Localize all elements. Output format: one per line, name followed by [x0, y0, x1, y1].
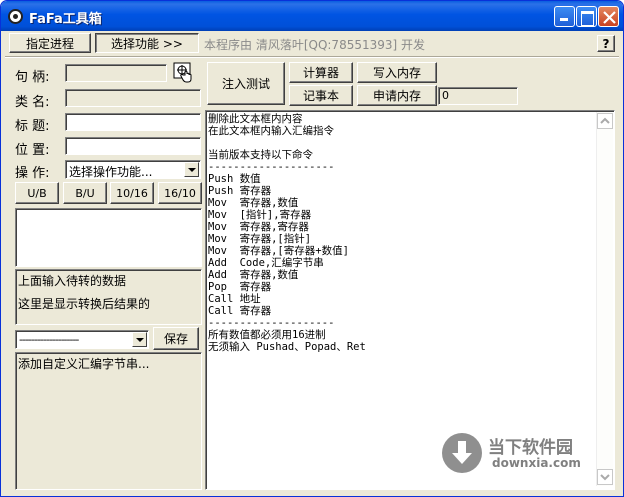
title-field[interactable]	[65, 113, 201, 131]
convert-result: 这里是显示转换后结果的	[18, 297, 151, 311]
chevron-down-icon[interactable]	[184, 162, 199, 177]
classname-field[interactable]	[65, 89, 201, 107]
help-button[interactable]: ?	[597, 35, 615, 52]
app-icon	[8, 9, 23, 24]
calculator-button[interactable]: 计算器	[289, 62, 353, 83]
editor-line: 当前版本支持以下命令	[208, 149, 313, 161]
convert-10-16-button[interactable]: 10/16	[110, 182, 154, 204]
select-function-button[interactable]: 选择功能 >>	[95, 33, 199, 53]
minimize-button[interactable]	[554, 6, 575, 27]
custom-bytes-select[interactable]: --------------------	[15, 330, 149, 349]
convert-hint: 上面输入待转的数据	[18, 274, 127, 288]
editor-line: Mov 寄存器,寄存器	[208, 221, 309, 233]
assign-process-button[interactable]: 指定进程	[9, 33, 91, 53]
watermark: 当下软件园 downxia.com	[442, 431, 598, 481]
maximize-button[interactable]	[576, 6, 597, 27]
scroll-down-button[interactable]	[597, 469, 613, 485]
editor-line: 无须输入 Pushad、Popad、Ret	[208, 341, 366, 353]
handle-label: 句 柄:	[15, 70, 50, 85]
assembly-editor[interactable]: 删除此文本框内内容 在此文本框内输入汇编指令 当前版本支持以下命令 --------…	[205, 110, 615, 490]
editor-line: 删除此文本框内内容	[208, 113, 303, 125]
watermark-brand: 当下软件园	[488, 438, 573, 458]
chevron-up-icon	[600, 117, 610, 124]
editor-line: Mov 寄存器,数值	[208, 197, 299, 209]
title-bar[interactable]: FaFa工具箱	[1, 1, 623, 31]
position-label: 位 置:	[15, 143, 50, 158]
download-arrow-icon	[442, 433, 482, 473]
notepad-button[interactable]: 记事本	[289, 85, 353, 106]
scroll-up-button[interactable]	[597, 113, 613, 129]
assembly-text: 删除此文本框内内容 在此文本框内输入汇编指令 当前版本支持以下命令 --------…	[208, 113, 366, 353]
vertical-scrollbar[interactable]	[596, 112, 613, 486]
alloc-memory-button[interactable]: 申请内存	[357, 85, 437, 106]
watermark-url: downxia.com	[492, 456, 581, 470]
save-button[interactable]: 保存	[153, 327, 199, 350]
chevron-down-icon[interactable]	[132, 332, 147, 347]
editor-line: Push 数值	[208, 173, 261, 185]
convert-ub-button[interactable]: U/B	[15, 182, 59, 204]
developer-info: 本程序由 清风落叶[QQ:78551393] 开发	[204, 38, 426, 52]
custom-bytes-hint: 添加自定义汇编字节串...	[18, 357, 150, 371]
close-icon	[603, 11, 616, 24]
classname-label: 类 名:	[15, 95, 50, 110]
editor-line: Mov 寄存器,[寄存器+数值]	[208, 245, 349, 257]
editor-line: 在此文本框内输入汇编指令	[208, 125, 334, 137]
editor-line: Call 地址	[208, 293, 261, 305]
editor-line: Mov 寄存器,[指针]	[208, 233, 312, 245]
window-title: FaFa工具箱	[29, 12, 102, 27]
custom-bytes-input[interactable]: 添加自定义汇编字节串...	[15, 352, 202, 490]
custom-bytes-value: --------------------	[19, 333, 79, 346]
editor-line: Call 寄存器	[208, 305, 272, 317]
alloc-address-value: 0	[442, 89, 449, 102]
main-window: FaFa工具箱 指定进程 选择功能 >> 本程序由 清风落叶[QQ:785513…	[0, 0, 624, 497]
handle-field[interactable]	[65, 64, 167, 82]
convert-bu-button[interactable]: B/U	[63, 182, 107, 204]
editor-line: 所有数值都必须用16进制	[208, 329, 326, 341]
client-area: 指定进程 选择功能 >> 本程序由 清风落叶[QQ:78551393] 开发 ?…	[5, 31, 619, 494]
editor-line: Add 寄存器,数值	[208, 269, 299, 281]
chevron-down-icon	[600, 474, 610, 481]
editor-line: Add Code,汇编字节串	[208, 257, 324, 269]
toolbar-divider	[5, 56, 619, 58]
title-label: 标 题:	[15, 119, 50, 134]
editor-line: Pop 寄存器	[208, 281, 272, 293]
close-button[interactable]	[598, 6, 619, 27]
editor-line: Mov [指针],寄存器	[208, 209, 312, 221]
inject-test-button[interactable]: 注入测试	[207, 62, 285, 105]
finder-tool-icon[interactable]	[173, 62, 195, 84]
convert-input[interactable]	[15, 208, 202, 267]
alloc-address-field[interactable]: 0	[438, 87, 518, 105]
convert-16-10-button[interactable]: 16/10	[158, 182, 202, 204]
operation-select[interactable]: 选择操作功能...	[65, 160, 201, 179]
editor-line: Push 寄存器	[208, 185, 272, 197]
operation-select-value: 选择操作功能...	[69, 165, 153, 179]
position-field[interactable]	[65, 137, 201, 155]
write-memory-button[interactable]: 写入内存	[357, 62, 437, 83]
editor-line: --------------------	[208, 161, 335, 173]
convert-result-panel: 上面输入待转的数据 这里是显示转换后结果的	[15, 269, 202, 325]
operation-label: 操 作:	[15, 166, 50, 181]
editor-line: --------------------	[208, 317, 335, 329]
